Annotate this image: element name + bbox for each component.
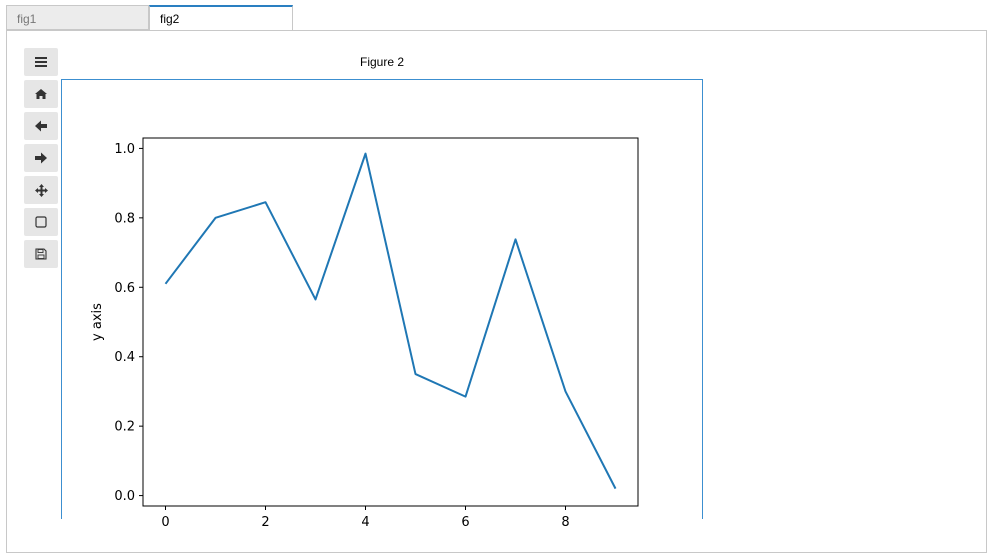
y-tick-label: 1.0 [114,142,135,157]
x-tick-label: 0 [161,515,169,530]
back-arrow-icon [35,120,47,132]
forward-arrow-icon [35,152,47,164]
pan-button[interactable] [24,176,58,204]
y-tick-label: 0.8 [114,211,135,226]
menu-icon [35,57,47,67]
back-button[interactable] [24,112,58,140]
save-icon [35,248,47,260]
line-chart[interactable]: 0.0 0.2 0.4 0.6 0.8 1.0 0 2 4 6 8 y axis [61,79,703,538]
menu-button[interactable] [24,48,58,76]
x-tick-label: 2 [261,515,269,530]
tab-fig1[interactable]: fig1 [6,5,149,30]
x-tick-label: 6 [461,515,469,530]
y-tick-label: 0.4 [114,350,135,365]
y-tick-label: 0.0 [114,489,135,504]
forward-button[interactable] [24,144,58,172]
y-tick-label: 0.2 [114,420,135,435]
zoom-rect-icon [35,216,47,228]
home-icon [35,89,47,99]
plot-area [142,137,639,507]
x-tick-label: 8 [561,515,569,530]
figure-title: Figure 2 [359,55,405,69]
y-tick-label: 0.6 [114,281,135,296]
tab-fig2[interactable]: fig2 [149,5,293,32]
zoom-rect-button[interactable] [24,208,58,236]
save-button[interactable] [24,240,58,268]
y-axis-label: y axis [90,303,105,341]
pan-icon [34,183,48,197]
home-button[interactable] [24,80,58,108]
x-axis: 0 2 4 6 8 [161,506,570,530]
x-tick-label: 4 [361,515,369,530]
y-axis: 0.0 0.2 0.4 0.6 0.8 1.0 [114,142,143,504]
